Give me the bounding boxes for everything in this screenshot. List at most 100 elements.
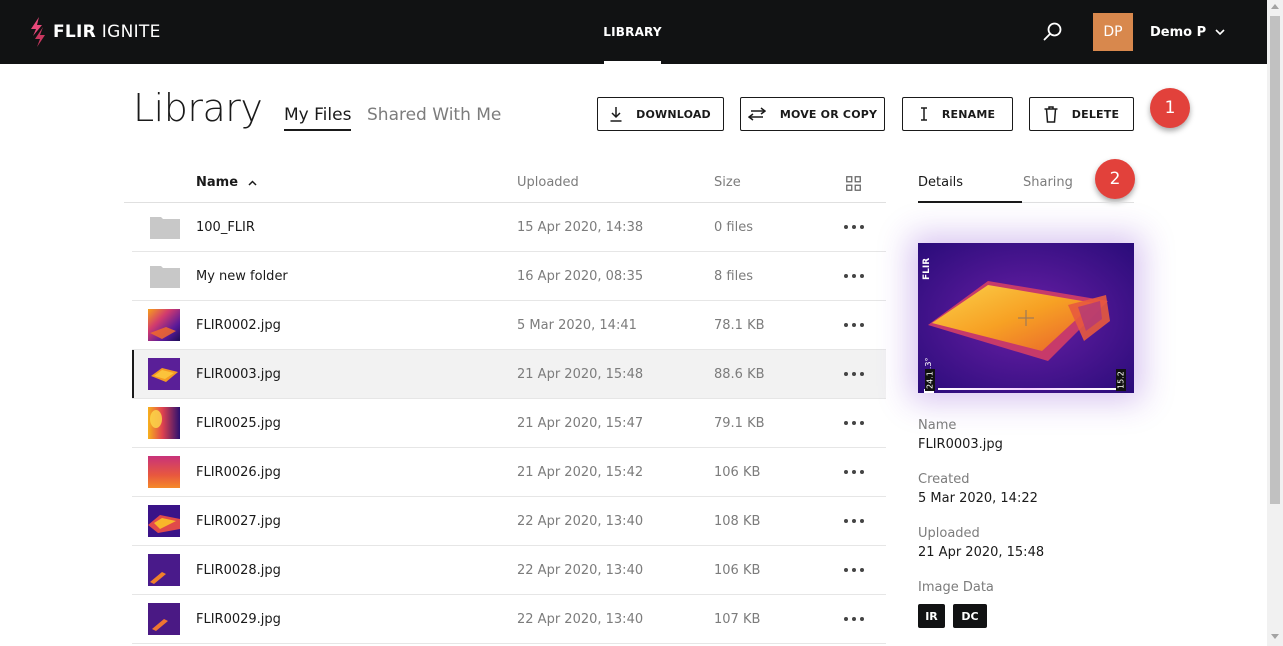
column-header-uploaded[interactable]: Uploaded	[517, 175, 579, 190]
table-row[interactable]: FLIR0025.jpg 21 Apr 2020, 15:47 79.1 KB	[132, 399, 886, 448]
file-size: 108 KB	[714, 514, 761, 529]
more-options-icon[interactable]	[844, 562, 864, 578]
file-uploaded: 16 Apr 2020, 08:35	[517, 269, 644, 284]
scroll-down-arrow-icon[interactable]	[1271, 634, 1279, 639]
more-options-icon[interactable]	[844, 268, 864, 284]
file-uploaded: 15 Apr 2020, 14:38	[517, 220, 644, 235]
table-row[interactable]: FLIR0026.jpg 21 Apr 2020, 15:42 106 KB	[132, 448, 886, 497]
file-size: 88.6 KB	[714, 367, 765, 382]
tab-details[interactable]: Details	[918, 175, 963, 190]
thermal-image-thumbnail	[148, 407, 180, 439]
flame-logo-icon	[31, 17, 45, 47]
top-navigation-bar: FLIR IGNITE LIBRARY DP Demo P	[0, 0, 1267, 64]
tab-my-files[interactable]: My Files	[284, 105, 351, 125]
sort-ascending-icon	[248, 179, 257, 186]
tab-sharing[interactable]: Sharing	[1023, 175, 1073, 190]
flir-ignite-logo[interactable]: FLIR IGNITE	[30, 17, 161, 47]
more-options-icon[interactable]	[844, 464, 864, 480]
file-size: 0 files	[714, 220, 753, 235]
user-name: Demo P	[1150, 24, 1207, 40]
file-uploaded: 21 Apr 2020, 15:48	[517, 367, 644, 382]
delete-button[interactable]: DELETE	[1029, 97, 1134, 131]
nav-active-indicator	[604, 61, 661, 64]
file-uploaded: 22 Apr 2020, 13:40	[517, 612, 644, 627]
table-row[interactable]: 100_FLIR 15 Apr 2020, 14:38 0 files	[132, 203, 886, 252]
scale-max-label: 15.2	[1116, 369, 1126, 391]
detail-created-value: 5 Mar 2020, 14:22	[918, 491, 1038, 506]
more-options-icon[interactable]	[844, 219, 864, 235]
move-or-copy-button[interactable]: MOVE OR COPY	[740, 97, 885, 131]
step-badge-1: 1	[1150, 88, 1190, 128]
thermal-image-preview[interactable]: FLIR ∅․21.3° 24.1 15.2	[918, 243, 1134, 393]
tab-active-indicator	[918, 201, 1022, 203]
user-menu[interactable]: Demo P	[1150, 22, 1225, 42]
scroll-up-arrow-icon[interactable]	[1271, 4, 1279, 9]
rename-button[interactable]: RENAME	[902, 97, 1013, 131]
chevron-down-icon	[1215, 28, 1225, 35]
folder-icon	[150, 217, 180, 239]
file-uploaded: 22 Apr 2020, 13:40	[517, 563, 644, 578]
tab-shared-with-me[interactable]: Shared With Me	[367, 105, 501, 125]
table-row[interactable]: FLIR0003.jpg 21 Apr 2020, 15:48 88.6 KB	[132, 350, 886, 399]
file-name: 100_FLIR	[196, 220, 255, 235]
file-name: FLIR0029.jpg	[196, 612, 281, 627]
delete-label: DELETE	[1071, 107, 1120, 121]
avatar[interactable]: DP	[1093, 13, 1133, 51]
more-options-icon[interactable]	[844, 513, 864, 529]
rename-label: RENAME	[941, 107, 996, 121]
more-options-icon[interactable]	[844, 317, 864, 333]
file-uploaded: 22 Apr 2020, 13:40	[517, 514, 644, 529]
detail-name-label: Name	[918, 418, 957, 433]
file-name: FLIR0027.jpg	[196, 514, 281, 529]
file-name: FLIR0025.jpg	[196, 416, 281, 431]
page-scrollbar[interactable]	[1267, 0, 1283, 646]
page-title: Library	[133, 86, 263, 130]
detail-name-value: FLIR0003.jpg	[918, 437, 1003, 452]
scrollbar-thumb[interactable]	[1270, 16, 1280, 504]
brand-wordmark: FLIR IGNITE	[53, 22, 161, 42]
table-row[interactable]: My new folder 16 Apr 2020, 08:35 8 files	[132, 252, 886, 301]
nav-library[interactable]: LIBRARY	[603, 0, 661, 64]
thermal-image-thumbnail	[148, 603, 180, 635]
file-uploaded: 21 Apr 2020, 15:47	[517, 416, 644, 431]
file-name: My new folder	[196, 269, 288, 284]
detail-uploaded-label: Uploaded	[918, 526, 980, 541]
detail-uploaded-value: 21 Apr 2020, 15:48	[918, 545, 1045, 560]
more-options-icon[interactable]	[844, 366, 864, 382]
thermal-image-thumbnail	[148, 554, 180, 586]
table-row[interactable]: FLIR0028.jpg 22 Apr 2020, 13:40 106 KB	[132, 546, 886, 595]
flir-watermark: FLIR	[922, 257, 932, 281]
grid-view-icon[interactable]	[846, 176, 861, 191]
thermal-image-thumbnail	[148, 456, 180, 488]
file-size: 106 KB	[714, 563, 761, 578]
file-uploaded: 21 Apr 2020, 15:42	[517, 465, 644, 480]
column-header-size[interactable]: Size	[714, 175, 741, 190]
file-list: 100_FLIR 15 Apr 2020, 14:38 0 files My n…	[132, 203, 886, 644]
file-name: FLIR0028.jpg	[196, 563, 281, 578]
more-options-icon[interactable]	[844, 611, 864, 627]
tab-active-indicator	[284, 129, 351, 131]
table-row[interactable]: FLIR0027.jpg 22 Apr 2020, 13:40 108 KB	[132, 497, 886, 546]
file-size: 78.1 KB	[714, 318, 765, 333]
file-size: 107 KB	[714, 612, 761, 627]
file-size: 106 KB	[714, 465, 761, 480]
image-data-chip-ir: IR	[918, 604, 945, 628]
thermal-image-thumbnail	[148, 358, 180, 390]
column-header-name[interactable]: Name	[196, 175, 257, 190]
table-row[interactable]: FLIR0029.jpg 22 Apr 2020, 13:40 107 KB	[132, 595, 886, 644]
detail-created-label: Created	[918, 472, 970, 487]
table-row[interactable]: FLIR0002.jpg 5 Mar 2020, 14:41 78.1 KB	[132, 301, 886, 350]
download-button[interactable]: DOWNLOAD	[597, 97, 724, 131]
text-cursor-icon	[920, 107, 928, 121]
file-size: 79.1 KB	[714, 416, 765, 431]
search-icon[interactable]	[1041, 20, 1065, 44]
column-header-name-label: Name	[196, 175, 239, 190]
detail-image-data-label: Image Data	[918, 580, 994, 595]
file-size: 8 files	[714, 269, 753, 284]
thermal-image-thumbnail	[148, 309, 180, 341]
swap-arrows-icon	[747, 107, 766, 121]
file-name: FLIR0026.jpg	[196, 465, 281, 480]
file-name: FLIR0003.jpg	[196, 367, 281, 382]
more-options-icon[interactable]	[844, 415, 864, 431]
image-data-chip-dc: DC	[953, 604, 987, 628]
